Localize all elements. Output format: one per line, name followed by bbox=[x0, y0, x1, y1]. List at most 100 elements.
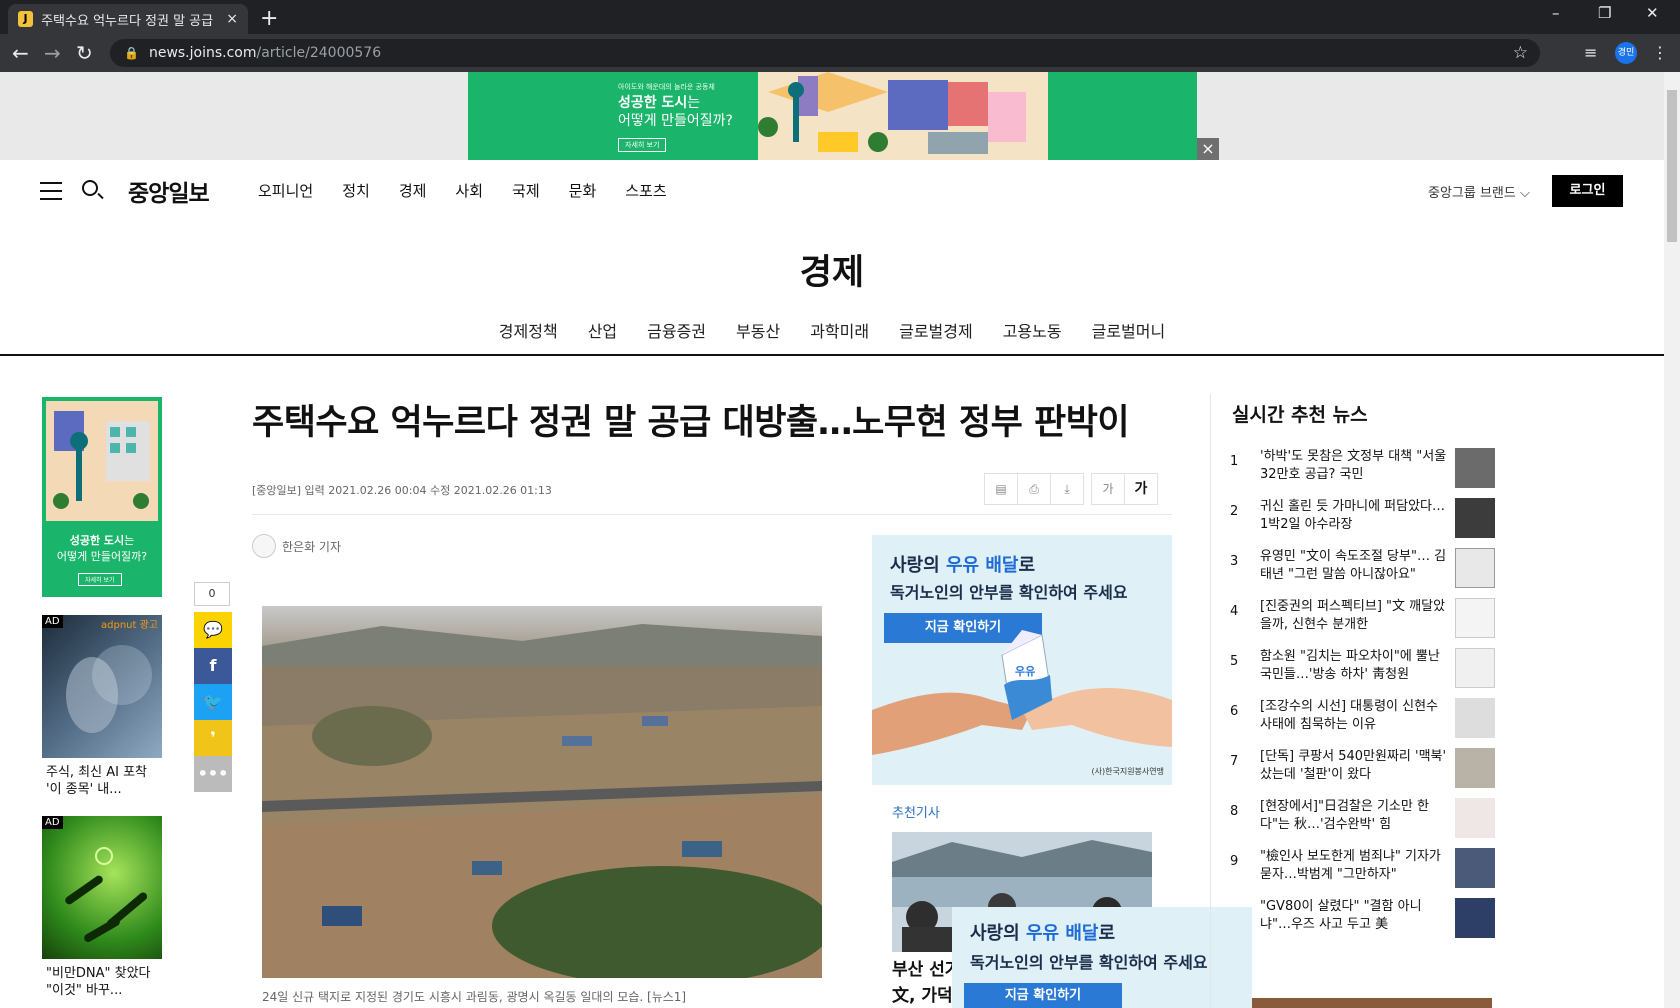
rank-headline[interactable]: "GV80이 살렸다" "결함 아니냐"…우즈 사고 두고 美 bbox=[1260, 898, 1450, 934]
comment-icon[interactable]: 💬 bbox=[194, 612, 232, 648]
page-scrollbar[interactable] bbox=[1664, 72, 1680, 1008]
rank-headline[interactable]: [단독] 쿠팡서 540만원짜리 '맥북' 샀는데 '철판'이 왔다 bbox=[1260, 748, 1450, 784]
rank-thumbnail[interactable] bbox=[1455, 898, 1495, 938]
nav-world[interactable]: 국제 bbox=[512, 180, 540, 201]
ranking-item[interactable]: 4 [진중권의 퍼스펙티브] "文 깨달았을까, 신현수 분개한 bbox=[1228, 598, 1496, 648]
nav-opinion[interactable]: 오피니언 bbox=[258, 180, 313, 201]
subnav-item[interactable]: 고용노동 bbox=[1003, 318, 1062, 342]
subnav-item[interactable]: 경제정책 bbox=[499, 318, 558, 342]
top-ad-area: 아이도와 해운대의 놀라운 공동체 성공한 도시는 어떻게 만들어질까? 자세히… bbox=[0, 72, 1664, 160]
left-ad-city-text: 성공한 도시는 어떻게 만들어질까? bbox=[42, 533, 162, 565]
reading-list-icon[interactable]: ≡ bbox=[1584, 43, 1597, 62]
ranking-item[interactable]: 3 유영민 "文이 속도조절 당부"… 김태년 "그런 말씀 아니잖아요" bbox=[1228, 548, 1496, 598]
window-close-icon[interactable]: ✕ bbox=[1646, 4, 1659, 22]
article-headline: 주택수요 억누르다 정권 말 공급 대방출…노무현 정부 판박이 bbox=[252, 403, 1130, 443]
profile-avatar[interactable]: 경민 bbox=[1615, 42, 1637, 64]
ad-caption[interactable]: "비만DNA" 찾았다 "이것" 바꾸... bbox=[42, 965, 162, 999]
address-bar[interactable]: 🔒 news.joins.com/article/24000576 ☆ bbox=[110, 39, 1540, 67]
ad-badge: AD bbox=[42, 816, 63, 829]
subnav-item[interactable]: 부동산 bbox=[736, 318, 780, 342]
subnav-item[interactable]: 과학미래 bbox=[810, 318, 869, 342]
rank-thumbnail[interactable] bbox=[1455, 748, 1495, 788]
ranking-item[interactable]: 2 귀신 홀린 듯 가마니에 퍼담았다…1박2일 아수라장 bbox=[1228, 498, 1496, 548]
rank-thumbnail[interactable] bbox=[1455, 548, 1495, 588]
reload-icon[interactable]: ↻ bbox=[76, 41, 93, 65]
forward-icon[interactable]: → bbox=[44, 41, 61, 65]
hamburger-menu-icon[interactable] bbox=[40, 182, 62, 200]
tab-close-icon[interactable]: × bbox=[226, 11, 238, 27]
ranking-item[interactable]: 10 "GV80이 살렸다" "결함 아니냐"…우즈 사고 두고 美 bbox=[1228, 898, 1496, 948]
download-icon[interactable]: ⤓ bbox=[1050, 473, 1084, 505]
nav-sports[interactable]: 스포츠 bbox=[625, 180, 666, 201]
article-photo[interactable] bbox=[262, 606, 822, 978]
ad-close-button[interactable]: × bbox=[1197, 138, 1219, 160]
milk-delivery-ad[interactable]: 사랑의 우유 배달로 독거노인의 안부를 확인하여 주세요 지금 확인하기 우유… bbox=[872, 535, 1172, 785]
rank-thumbnail[interactable] bbox=[1455, 848, 1495, 888]
facebook-icon[interactable]: f bbox=[194, 648, 232, 684]
rank-headline[interactable]: [현장에서]"日검찰은 기소만 한다"는 秋…'검수완박' 힘 bbox=[1260, 798, 1450, 834]
print-icon[interactable]: ⎙ bbox=[1017, 473, 1051, 505]
left-ad-ai[interactable]: AD adpnut 광고 주식, 최신 AI 포착 '이 종목' 내... bbox=[42, 615, 162, 798]
section-divider bbox=[0, 354, 1664, 356]
ranking-bottom-image[interactable] bbox=[1252, 998, 1492, 1008]
reporter-name[interactable]: 한은화 기자 bbox=[282, 538, 341, 555]
rank-headline[interactable]: 귀신 홀린 듯 가마니에 퍼담았다…1박2일 아수라장 bbox=[1260, 498, 1450, 534]
nav-culture[interactable]: 문화 bbox=[569, 180, 597, 201]
floating-milk-ad[interactable]: 사랑의 우유 배달로 독거노인의 안부를 확인하여 주세요 지금 확인하기 bbox=[952, 907, 1252, 1008]
subnav-item[interactable]: 글로벌머니 bbox=[1092, 318, 1166, 342]
subnav-item[interactable]: 글로벌경제 bbox=[899, 318, 973, 342]
kakaostory-icon[interactable]: ❜ bbox=[194, 720, 232, 756]
restore-icon[interactable]: ❐ bbox=[1598, 4, 1611, 22]
rank-headline[interactable]: [조강수의 시선] 대통령이 신현수 사태에 침묵하는 이유 bbox=[1260, 698, 1450, 734]
ranking-item[interactable]: 9 "檢인사 보도한게 범죄냐" 기자가 묻자…박범계 "그만하자" bbox=[1228, 848, 1496, 898]
bookmark-star-icon[interactable]: ☆ bbox=[1513, 43, 1528, 63]
comment-count[interactable]: 0 bbox=[194, 582, 230, 606]
rank-headline[interactable]: 함소원 "김치는 파오차이"에 뿔난 국민들…'방송 하차' 靑청원 bbox=[1260, 648, 1450, 684]
rank-thumbnail[interactable] bbox=[1455, 798, 1495, 838]
login-button[interactable]: 로그인 bbox=[1552, 175, 1623, 207]
site-logo[interactable]: 중앙일보 bbox=[128, 174, 210, 208]
minimize-icon[interactable]: – bbox=[1552, 4, 1560, 22]
top-ad-button[interactable]: 자세히 보기 bbox=[618, 138, 667, 152]
rank-headline[interactable]: 유영민 "文이 속도조절 당부"… 김태년 "그런 말씀 아니잖아요" bbox=[1260, 548, 1450, 584]
ranking-item[interactable]: 5 함소원 "김치는 파오차이"에 뿔난 국민들…'방송 하차' 靑청원 bbox=[1228, 648, 1496, 698]
rank-thumbnail[interactable] bbox=[1455, 598, 1495, 638]
milk-ad-org: (사)한국지원봉사연맹 bbox=[1091, 767, 1164, 776]
scrollbar-thumb[interactable] bbox=[1667, 90, 1677, 242]
ad-caption[interactable]: 주식, 최신 AI 포착 '이 종목' 내... bbox=[42, 764, 162, 798]
nav-politics[interactable]: 정치 bbox=[342, 180, 370, 201]
ranking-item[interactable]: 6 [조강수의 시선] 대통령이 신현수 사태에 침묵하는 이유 bbox=[1228, 698, 1496, 748]
float-ad-button[interactable]: 지금 확인하기 bbox=[964, 983, 1122, 1008]
ranking-item[interactable]: 1 '하박'도 못참은 文정부 대책 "서울 32만호 공급? 국민 bbox=[1228, 448, 1496, 498]
more-share-icon[interactable]: ••• bbox=[194, 756, 232, 792]
rank-headline[interactable]: '하박'도 못참은 文정부 대책 "서울 32만호 공급? 국민 bbox=[1260, 448, 1450, 484]
browser-menu-icon[interactable]: ⋮ bbox=[1652, 43, 1668, 62]
rank-headline[interactable]: "檢인사 보도한게 범죄냐" 기자가 묻자…박범계 "그만하자" bbox=[1260, 848, 1450, 884]
nav-economy[interactable]: 경제 bbox=[399, 180, 427, 201]
ranking-item[interactable]: 8 [현장에서]"日검찰은 기소만 한다"는 秋…'검수완박' 힘 bbox=[1228, 798, 1496, 848]
twitter-icon[interactable]: 🐦 bbox=[194, 684, 232, 720]
group-brand-dropdown[interactable]: 중앙그룹 브랜드 ⌵ bbox=[1428, 182, 1530, 201]
rank-thumbnail[interactable] bbox=[1455, 648, 1495, 688]
left-ad-city[interactable]: 성공한 도시는 어떻게 만들어질까? 자세히 보기 bbox=[42, 397, 162, 597]
rank-thumbnail[interactable] bbox=[1455, 448, 1495, 488]
font-smaller-button[interactable]: 가 bbox=[1091, 473, 1125, 505]
new-tab-button[interactable]: + bbox=[260, 6, 278, 31]
recommend-line1: 부산 선거 bbox=[892, 960, 961, 980]
back-icon[interactable]: ← bbox=[12, 41, 29, 65]
rank-headline[interactable]: [진중권의 퍼스펙티브] "文 깨달았을까, 신현수 분개한 bbox=[1260, 598, 1450, 634]
browser-tab[interactable]: J 주택수요 억누르다 정권 말 공급 × bbox=[8, 4, 248, 34]
rank-thumbnail[interactable] bbox=[1455, 698, 1495, 738]
subnav-item[interactable]: 산업 bbox=[588, 318, 617, 342]
rank-thumbnail[interactable] bbox=[1455, 498, 1495, 538]
top-ad-banner[interactable]: 아이도와 해운대의 놀라운 공동체 성공한 도시는 어떻게 만들어질까? 자세히… bbox=[468, 72, 1197, 160]
pdf-icon[interactable]: ▤ bbox=[984, 473, 1018, 505]
font-larger-button[interactable]: 가 bbox=[1124, 473, 1158, 505]
search-icon[interactable] bbox=[82, 180, 98, 196]
rank-number: 9 bbox=[1230, 854, 1239, 869]
left-ad-dna[interactable]: AD "비만DNA" 찾았다 "이것" 바꾸... bbox=[42, 816, 162, 999]
subnav-item[interactable]: 금융증권 bbox=[647, 318, 706, 342]
nav-society[interactable]: 사회 bbox=[455, 180, 483, 201]
left-ad-city-button[interactable]: 자세히 보기 bbox=[78, 573, 122, 586]
ranking-item[interactable]: 7 [단독] 쿠팡서 540만원짜리 '맥북' 샀는데 '철판'이 왔다 bbox=[1228, 748, 1496, 798]
